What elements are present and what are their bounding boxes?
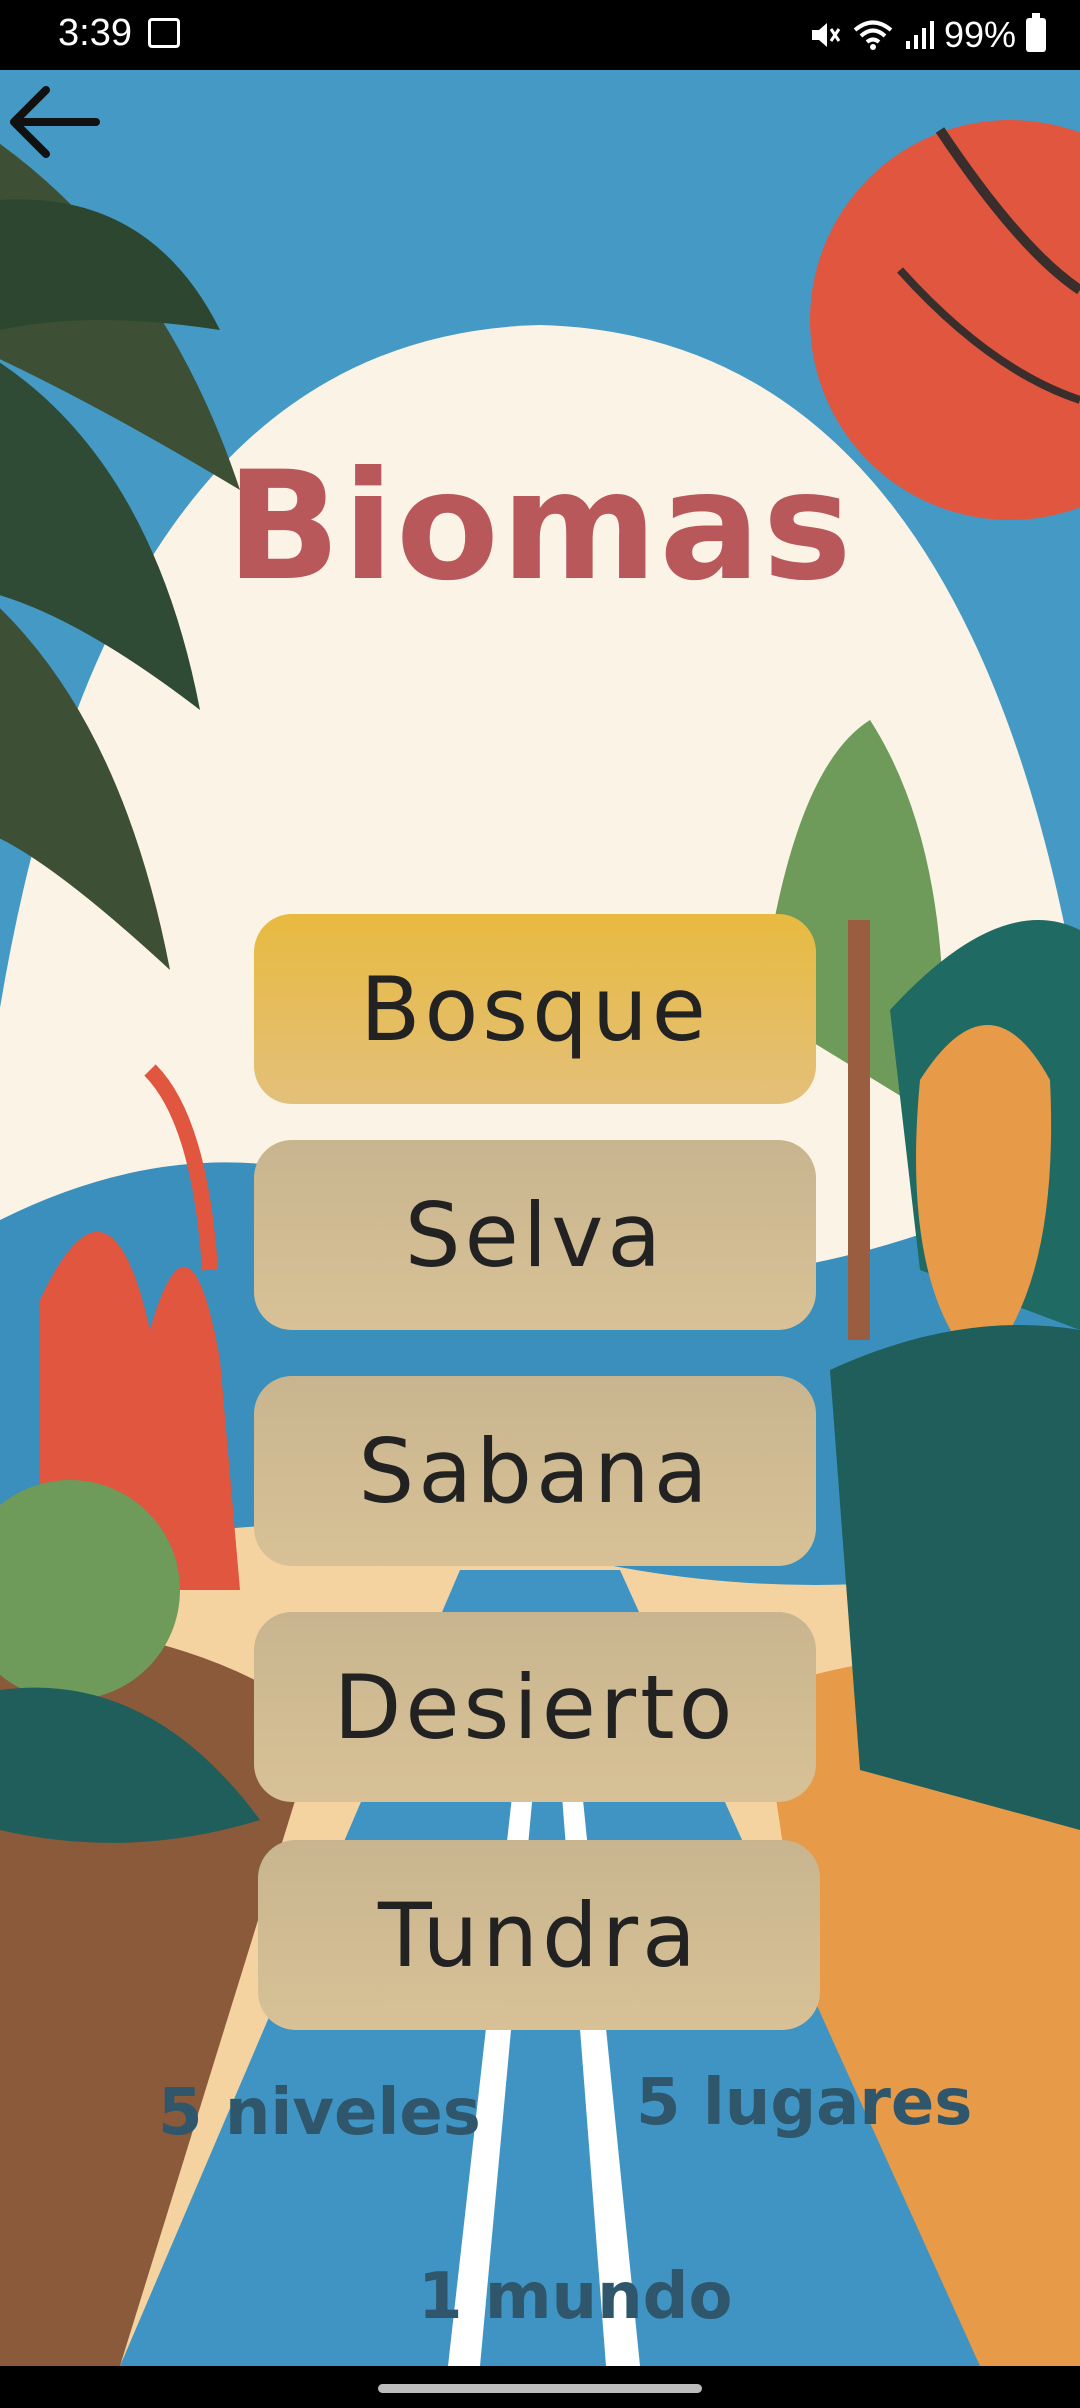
status-bar: 3:39 99% xyxy=(0,0,1080,70)
home-indicator[interactable] xyxy=(378,2384,702,2393)
back-button[interactable] xyxy=(0,70,104,174)
biome-button-bosque[interactable]: Bosque xyxy=(254,914,816,1104)
battery-percent: 99% xyxy=(943,14,1016,55)
biome-button-desierto[interactable]: Desierto xyxy=(254,1612,816,1802)
navigation-bar xyxy=(0,2366,1080,2408)
gallery-icon xyxy=(148,18,180,48)
biome-button-sabana[interactable]: Sabana xyxy=(254,1376,816,1566)
page-title: Biomas xyxy=(226,440,854,614)
places-count: 5 lugares xyxy=(636,2066,973,2140)
worlds-count: 1 mundo xyxy=(418,2260,733,2334)
biomes-screen: Biomas Bosque Selva Sabana Desierto Tund… xyxy=(0,70,1080,2366)
biome-button-tundra[interactable]: Tundra xyxy=(258,1840,820,2030)
levels-count: 5 niveles xyxy=(158,2076,481,2150)
biome-button-selva[interactable]: Selva xyxy=(254,1140,816,1330)
signal-icon xyxy=(905,21,934,49)
mute-icon xyxy=(811,23,841,47)
status-time: 3:39 xyxy=(58,12,132,54)
battery-icon xyxy=(1026,13,1046,52)
status-icons: 99% xyxy=(806,10,1046,60)
wifi-icon xyxy=(853,20,893,50)
